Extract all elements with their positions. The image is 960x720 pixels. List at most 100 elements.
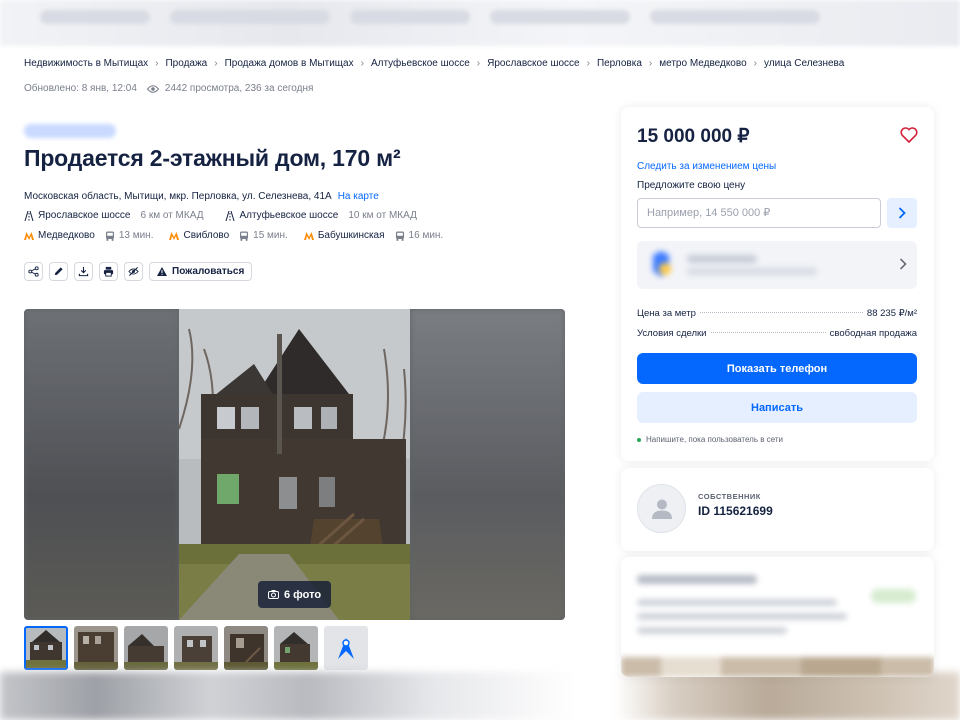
online-dot-icon — [637, 437, 641, 442]
show-phone-button[interactable]: Показать телефон — [637, 353, 917, 384]
action-bar: Пожаловаться — [24, 262, 253, 281]
metro-name[interactable]: Медведково — [38, 230, 95, 241]
metro-icon — [169, 231, 180, 240]
user-icon — [651, 499, 672, 519]
photo-gallery[interactable]: 6 фото — [24, 309, 565, 620]
thumbnail[interactable] — [124, 626, 168, 670]
thumbnail[interactable] — [74, 626, 118, 670]
avatar — [637, 484, 686, 533]
main-photo[interactable] — [179, 309, 410, 620]
highways: Ярославское шоссе 6 км от МКАД Алтуфьевс… — [24, 210, 439, 221]
eye-icon — [146, 84, 159, 93]
breadcrumb-separator-icon: › — [753, 58, 757, 69]
deal-terms-row: Условия сделки свободная продажа — [637, 328, 917, 339]
map-pin-icon — [338, 638, 354, 659]
advertisement-card[interactable] — [621, 557, 934, 677]
offer-label: Предложите свою цену — [637, 180, 746, 191]
gallery-backdrop-left — [24, 309, 179, 620]
hide-icon — [128, 266, 139, 277]
breadcrumb-separator-icon: › — [476, 58, 481, 69]
metro-time: 13 мин. — [118, 230, 154, 241]
thumbnail[interactable] — [174, 626, 218, 670]
highway-name[interactable]: Алтуфьевское шоссе — [239, 210, 338, 221]
bus-icon — [240, 231, 249, 241]
bus-icon — [395, 231, 404, 241]
offer-submit-button[interactable] — [887, 198, 917, 228]
blurred-ad-content — [621, 557, 934, 677]
thumbnail[interactable] — [24, 626, 68, 670]
camera-icon — [268, 590, 279, 599]
thumbnail[interactable] — [224, 626, 268, 670]
updated-date: Обновлено: 8 янв, 12:04 — [24, 83, 137, 94]
breadcrumb-separator-icon: › — [214, 58, 218, 69]
blurred-footer — [0, 672, 960, 720]
edit-button[interactable] — [49, 262, 68, 281]
highway-name[interactable]: Ярославское шоссе — [38, 210, 130, 221]
breadcrumb-item[interactable]: Продажа — [165, 58, 207, 69]
breadcrumb-item[interactable]: улица Селезнева — [764, 58, 844, 69]
download-button[interactable] — [74, 262, 93, 281]
blurred-header — [0, 0, 960, 46]
blurred-promo-content — [653, 251, 817, 277]
blurred-tag — [24, 124, 116, 138]
breadcrumb-item[interactable]: метро Медведково — [659, 58, 746, 69]
address: Московская область, Мытищи, мкр. Перловк… — [24, 191, 379, 202]
price-per-meter-label: Цена за метр — [637, 308, 696, 319]
metro-icon — [24, 231, 34, 240]
edit-icon — [54, 267, 63, 276]
breadcrumb-separator-icon: › — [586, 58, 590, 69]
print-button[interactable] — [99, 262, 118, 281]
deal-terms-value: свободная продажа — [829, 328, 917, 339]
thumbnail-strip — [24, 626, 368, 670]
page-title: Продается 2-этажный дом, 170 м² — [24, 145, 401, 171]
breadcrumb-item[interactable]: Недвижимость в Мытищах — [24, 58, 148, 69]
breadcrumb-separator-icon: › — [360, 58, 364, 69]
photo-count-label: 6 фото — [284, 588, 322, 601]
breadcrumb-separator-icon: › — [648, 58, 653, 69]
update-info: Обновлено: 8 янв, 12:04 2442 просмотра, … — [24, 83, 313, 94]
breadcrumb: Недвижимость в Мытищах › Продажа › Продажа… — [24, 58, 844, 69]
hide-button[interactable] — [124, 262, 143, 281]
offer-price-input[interactable] — [637, 198, 881, 228]
bus-icon — [105, 231, 114, 241]
favorite-heart-icon[interactable] — [900, 127, 918, 143]
breadcrumb-item[interactable]: Ярославское шоссе — [487, 58, 579, 69]
highway-icon — [226, 210, 235, 221]
highway-icon — [24, 210, 34, 221]
complain-label: Пожаловаться — [172, 266, 245, 277]
breadcrumb-item[interactable]: Алтуфьевское шоссе — [371, 58, 470, 69]
thumbnail[interactable] — [274, 626, 318, 670]
price-card: 15 000 000 ₽ Следить за изменением цены … — [621, 107, 934, 461]
metro-name[interactable]: Бабушкинская — [318, 230, 385, 241]
metro-time: 15 мин. — [253, 230, 288, 241]
share-button[interactable] — [24, 262, 43, 281]
price: 15 000 000 ₽ — [637, 126, 750, 147]
metro-name[interactable]: Свиблово — [183, 230, 229, 241]
complain-button[interactable]: Пожаловаться — [149, 262, 253, 281]
track-price-link[interactable]: Следить за изменением цены — [637, 161, 776, 172]
price-per-meter-value: 88 235 ₽/м² — [866, 308, 917, 319]
chevron-right-icon — [898, 207, 906, 219]
dotted-leader — [710, 332, 826, 333]
breadcrumb-item[interactable]: Продажа домов в Мытищах — [225, 58, 354, 69]
share-icon — [28, 266, 39, 277]
owner-card[interactable]: СОБСТВЕННИК ID 115621699 — [621, 468, 934, 551]
views-count: 2442 просмотра, 236 за сегодня — [164, 83, 314, 94]
deal-terms-label: Условия сделки — [637, 328, 707, 339]
metro-icon — [303, 231, 314, 240]
promo-banner[interactable] — [637, 241, 917, 289]
map-thumbnail[interactable] — [324, 626, 368, 670]
price-per-meter-row: Цена за метр 88 235 ₽/м² — [637, 308, 917, 319]
print-icon — [103, 266, 114, 277]
metro-time: 16 мин. — [408, 230, 444, 241]
warning-icon — [157, 267, 167, 276]
photo-count-badge[interactable]: 6 фото — [258, 581, 332, 608]
map-link[interactable]: На карте — [338, 191, 379, 202]
gallery-backdrop-right — [410, 309, 565, 620]
online-note: Напишите, пока пользователь в сети — [646, 435, 784, 444]
breadcrumb-separator-icon: › — [155, 58, 159, 69]
download-icon — [78, 266, 89, 277]
write-button[interactable]: Написать — [637, 392, 917, 423]
highway-distance: 10 км от МКАД — [348, 210, 417, 221]
breadcrumb-item[interactable]: Перловка — [597, 58, 642, 69]
